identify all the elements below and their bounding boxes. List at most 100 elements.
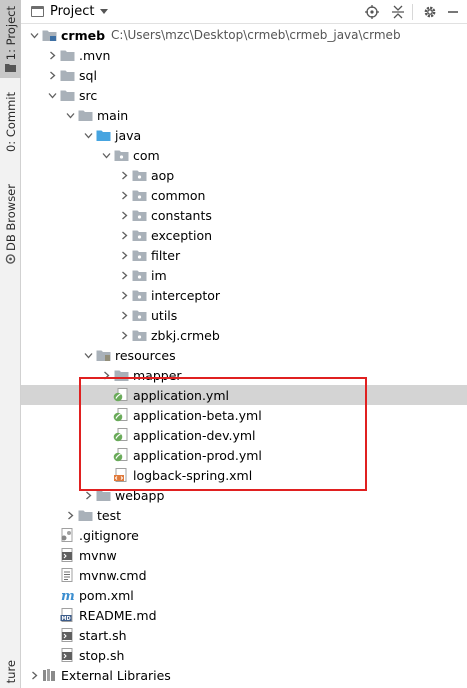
tree-row[interactable]: mvnw xyxy=(21,545,467,565)
tree-item-label: application-prod.yml xyxy=(133,447,262,463)
chevron-down-icon[interactable] xyxy=(99,145,113,165)
tree-row[interactable]: main xyxy=(21,105,467,125)
package-icon xyxy=(131,287,147,303)
tree-row[interactable]: mvnw.cmd xyxy=(21,565,467,585)
tree-row[interactable]: aop xyxy=(21,165,467,185)
chevron-right-icon[interactable] xyxy=(45,45,59,65)
chevron-right-icon[interactable] xyxy=(117,245,131,265)
tree-item-label: common xyxy=(151,187,206,203)
tree-row[interactable]: MD README.md xyxy=(21,605,467,625)
tree-item-label: External Libraries xyxy=(61,667,171,683)
tree-item-label: application-dev.yml xyxy=(133,427,256,443)
tree-row[interactable]: im xyxy=(21,265,467,285)
tree-item-label: constants xyxy=(151,207,212,223)
tree-row[interactable]: application-prod.yml xyxy=(21,445,467,465)
svg-text:m: m xyxy=(61,589,74,602)
panel-title[interactable]: Project xyxy=(50,4,94,19)
tree-row[interactable]: start.sh xyxy=(21,625,467,645)
chevron-right-icon[interactable] xyxy=(117,225,131,245)
db-browser-tool-button[interactable]: DB Browser xyxy=(0,184,21,264)
project-tool-button[interactable]: 1: Project xyxy=(0,0,21,78)
chevron-down-icon[interactable] xyxy=(45,85,59,105)
tree-row[interactable]: filter xyxy=(21,245,467,265)
tree-row[interactable]: resources xyxy=(21,345,467,365)
header-separator xyxy=(412,4,413,20)
locate-icon[interactable] xyxy=(364,4,380,20)
tree-row[interactable]: constants xyxy=(21,205,467,225)
tree-item-label: zbkj.crmeb xyxy=(151,327,220,343)
tree-row[interactable]: application-beta.yml xyxy=(21,405,467,425)
chevron-right-icon[interactable] xyxy=(117,185,131,205)
tree-row[interactable]: src xyxy=(21,85,467,105)
chevron-right-icon[interactable] xyxy=(117,285,131,305)
chevron-right-icon[interactable] xyxy=(81,485,95,505)
package-icon xyxy=(131,227,147,243)
tree-item-label: com xyxy=(133,147,160,163)
tree-row[interactable]: common xyxy=(21,185,467,205)
maven-icon: m xyxy=(59,587,75,603)
tree-row[interactable]: application.yml xyxy=(21,385,467,405)
chevron-right-icon[interactable] xyxy=(99,365,113,385)
svg-text:MD: MD xyxy=(62,616,71,622)
tree-row[interactable]: sql xyxy=(21,65,467,85)
chevron-right-icon[interactable] xyxy=(63,505,77,525)
chevron-down-icon[interactable] xyxy=(27,25,41,45)
tree-row[interactable]: java xyxy=(21,125,467,145)
tree-row[interactable]: application-dev.yml xyxy=(21,425,467,445)
tree-row[interactable]: com xyxy=(21,145,467,165)
shell-file-icon xyxy=(59,547,75,563)
folder-icon xyxy=(59,87,75,103)
project-tree: crmeb C:\Users\mzc\Desktop\crmeb\crmeb_ja… xyxy=(21,25,467,685)
spring-yml-icon xyxy=(113,387,129,403)
chevron-right-icon[interactable] xyxy=(117,305,131,325)
chevron-down-icon[interactable] xyxy=(63,105,77,125)
db-browser-tab-label: DB Browser xyxy=(3,184,18,252)
chevron-down-icon[interactable] xyxy=(81,345,95,365)
tree-row[interactable]: m pom.xml xyxy=(21,585,467,605)
tree-row[interactable]: crmeb C:\Users\mzc\Desktop\crmeb\crmeb_ja… xyxy=(21,25,467,45)
tree-item-label: stop.sh xyxy=(79,647,125,663)
chevron-right-icon[interactable] xyxy=(117,265,131,285)
tree-row[interactable]: .mvn xyxy=(21,45,467,65)
tree-row[interactable]: mapper xyxy=(21,365,467,385)
project-path: C:\Users\mzc\Desktop\crmeb\crmeb_java\cr… xyxy=(111,28,401,42)
chevron-down-icon[interactable] xyxy=(100,9,109,14)
chevron-right-icon[interactable] xyxy=(117,325,131,345)
chevron-down-icon[interactable] xyxy=(81,125,95,145)
tree-item-label: README.md xyxy=(79,607,157,623)
tree-item-label: test xyxy=(97,507,122,523)
tree-item-label: resources xyxy=(115,347,176,363)
tree-row[interactable]: External Libraries xyxy=(21,665,467,685)
tree-row[interactable]: stop.sh xyxy=(21,645,467,665)
package-icon xyxy=(131,247,147,263)
structure-tool-button[interactable]: ture xyxy=(0,660,21,688)
tree-row[interactable]: zbkj.crmeb xyxy=(21,325,467,345)
chevron-right-icon[interactable] xyxy=(117,205,131,225)
chevron-right-icon[interactable] xyxy=(27,665,41,685)
tree-item-label: sql xyxy=(79,67,97,83)
tree-row[interactable]: logback-spring.xml xyxy=(21,465,467,485)
folder-icon xyxy=(59,67,75,83)
source-folder-icon xyxy=(95,127,111,143)
gear-icon[interactable] xyxy=(422,4,438,20)
minimize-icon[interactable] xyxy=(445,4,461,20)
tree-item-label: exception xyxy=(151,227,213,243)
tree-row[interactable]: utils xyxy=(21,305,467,325)
tree-row[interactable]: interceptor xyxy=(21,285,467,305)
tree-row[interactable]: .gitignore xyxy=(21,525,467,545)
folder-icon xyxy=(59,47,75,63)
chevron-right-icon[interactable] xyxy=(45,65,59,85)
tree-row[interactable]: test xyxy=(21,505,467,525)
tree-item-label: im xyxy=(151,267,167,283)
commit-tool-button[interactable]: 0: Commit xyxy=(0,92,21,154)
tree-item-label: application-beta.yml xyxy=(133,407,262,423)
chevron-right-icon[interactable] xyxy=(117,165,131,185)
folder-icon xyxy=(77,107,93,123)
collapse-all-icon[interactable] xyxy=(390,4,406,20)
tree-row[interactable]: exception xyxy=(21,225,467,245)
tree-row[interactable]: webapp xyxy=(21,485,467,505)
